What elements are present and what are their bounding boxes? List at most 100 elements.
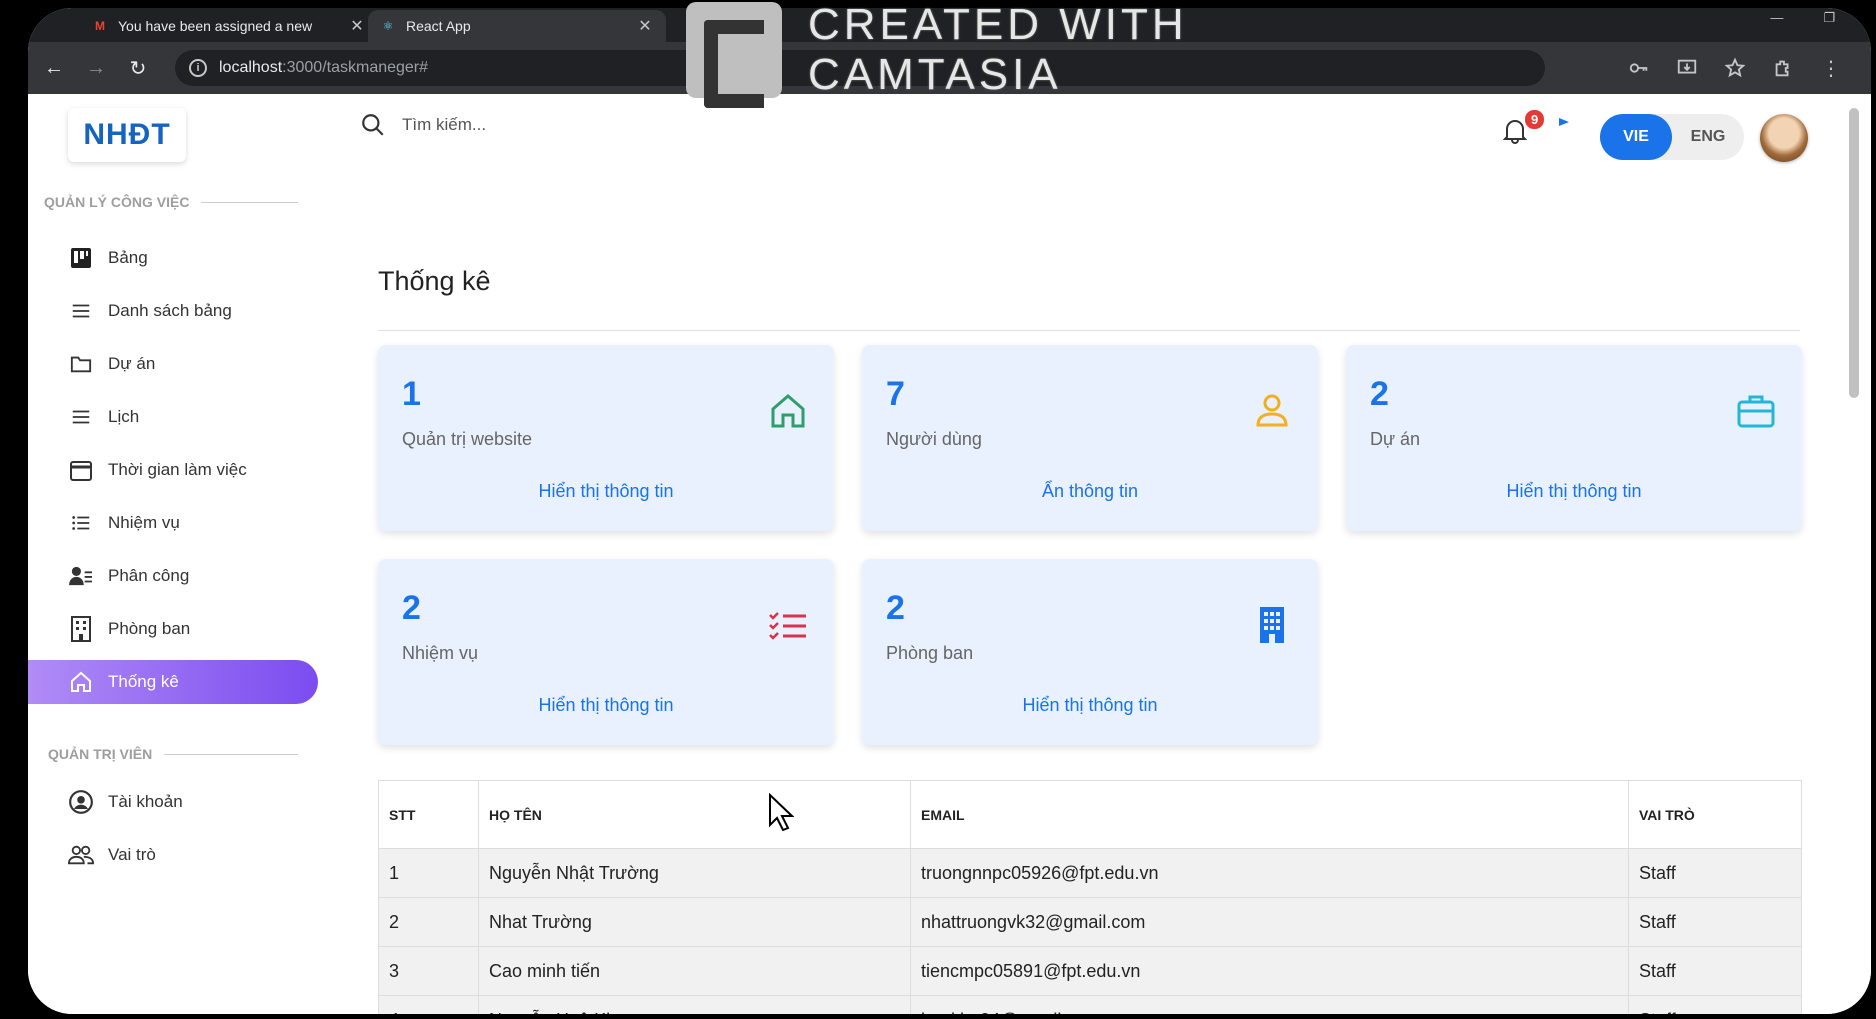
- install-app-icon[interactable]: [1675, 56, 1699, 80]
- avatar[interactable]: [1760, 114, 1808, 162]
- language-eng[interactable]: ENG: [1672, 114, 1744, 160]
- site-info-icon[interactable]: i: [189, 59, 207, 77]
- sidebar-item-projects[interactable]: Dự án: [28, 342, 318, 386]
- assign-user-icon: [68, 563, 94, 589]
- url-path: :3000/taskmaneger#: [282, 59, 429, 76]
- menu-kebab-icon[interactable]: ⋮: [1819, 56, 1843, 80]
- sidebar-item-statistics[interactable]: Thống kê: [28, 660, 318, 704]
- watermark-line-2: CAMTASIA: [808, 50, 1062, 99]
- sidebar-item-label: Thời gian làm việc: [108, 460, 247, 479]
- hide-info-link[interactable]: Ẩn thông tin: [862, 481, 1318, 502]
- column-header-email: EMAIL: [910, 780, 1629, 849]
- stat-label: Phòng ban: [886, 643, 974, 663]
- sidebar-item-label: Bảng: [108, 248, 148, 267]
- table-row[interactable]: 3 Cao minh tiến tiencmpc05891@fpt.edu.vn…: [378, 946, 1802, 996]
- stat-card-admin: 1 Quản trị website Hiển thị thông tin: [378, 345, 834, 531]
- password-key-icon[interactable]: [1627, 56, 1651, 80]
- cell-email: truongnnpc05926@fpt.edu.vn: [910, 848, 1629, 898]
- mouse-cursor-icon: [769, 793, 794, 832]
- search-input[interactable]: Tìm kiếm...: [402, 115, 486, 135]
- cell-name: Nguyễn Huệ Kha: [478, 995, 911, 1014]
- sidebar-item-departments[interactable]: Phòng ban: [28, 607, 318, 651]
- cell-email: tiencmpc05891@fpt.edu.vn: [910, 946, 1629, 996]
- sidebar-item-tasks[interactable]: Nhiệm vụ: [28, 501, 318, 545]
- stat-value: 2: [886, 589, 905, 627]
- stat-label: Dự án: [1370, 429, 1421, 449]
- sidebar-item-work-time[interactable]: Thời gian làm việc: [28, 448, 318, 492]
- section-label-work: QUẢN LÝ CÔNG VIỆC: [44, 194, 298, 210]
- camtasia-watermark: CREATED WITH CAMTASIA: [686, 0, 1188, 108]
- stat-label: Nhiệm vụ: [402, 643, 479, 663]
- gmail-icon: M: [95, 19, 105, 33]
- language-vie[interactable]: VIE: [1600, 114, 1672, 160]
- app-logo[interactable]: NHĐT: [68, 108, 186, 162]
- cell-role: Staff: [1628, 897, 1802, 947]
- app-topbar: Tìm kiếm... 9 VIE ENG: [328, 94, 1871, 162]
- show-info-link[interactable]: Hiển thị thông tin: [1346, 481, 1802, 502]
- watermark-text: CREATED WITH CAMTASIA: [808, 0, 1188, 100]
- browser-tab-react-app[interactable]: ⚛ React App ✕: [368, 10, 666, 42]
- notifications-button[interactable]: 9: [1503, 110, 1573, 144]
- page-scrollbar[interactable]: [1849, 108, 1859, 398]
- table-header-row: STT HỌ TÊN EMAIL VAI TRÒ: [378, 780, 1802, 849]
- sidebar-item-roles[interactable]: Vai trò: [28, 833, 318, 877]
- sidebar-item-label: Nhiệm vụ: [108, 513, 180, 532]
- cell-email: huekha04@gmail.com: [910, 995, 1629, 1014]
- close-icon[interactable]: ✕: [636, 16, 654, 36]
- user-icon: [1256, 394, 1288, 427]
- account-icon: [68, 789, 94, 815]
- table-row[interactable]: 4 Nguyễn Huệ Kha huekha04@gmail.com Staf…: [378, 995, 1802, 1014]
- sidebar-item-calendar[interactable]: Lịch: [28, 395, 318, 439]
- sidebar-item-label: Thống kê: [108, 672, 179, 691]
- stat-card-users: 7 Người dùng Ẩn thông tin: [862, 345, 1318, 531]
- table-row[interactable]: 1 Nguyễn Nhật Trường truongnnpc05926@fpt…: [378, 848, 1802, 898]
- divider: [201, 201, 298, 203]
- flag-marker-icon: [1559, 118, 1569, 126]
- list-icon: [68, 298, 94, 324]
- stat-card-departments: 2 Phòng ban Hiển thị thông tin: [862, 559, 1318, 745]
- section-label-admin: QUẢN TRỊ VIÊN: [48, 746, 298, 762]
- cell-role: Staff: [1628, 848, 1802, 898]
- cell-stt: 4: [378, 995, 479, 1014]
- reload-icon[interactable]: ↻: [124, 54, 152, 82]
- extensions-icon[interactable]: [1771, 56, 1795, 80]
- url-host: localhost: [219, 59, 283, 76]
- table-row[interactable]: 2 Nhat Trường nhattruongvk32@gmail.com S…: [378, 897, 1802, 947]
- cell-name: Cao minh tiến: [478, 946, 911, 996]
- sidebar-item-assignment[interactable]: Phân công: [28, 554, 318, 598]
- divider: [164, 753, 298, 755]
- cell-role: Staff: [1628, 946, 1802, 996]
- sidebar-item-board-list[interactable]: Danh sách bảng: [28, 289, 318, 333]
- title-divider: [378, 330, 1800, 331]
- language-toggle[interactable]: VIE ENG: [1600, 114, 1744, 160]
- stat-value: 2: [402, 589, 421, 627]
- cell-name: Nhat Trường: [478, 897, 911, 947]
- minimize-icon[interactable]: —: [1770, 10, 1783, 26]
- column-header-name: HỌ TÊN: [478, 780, 911, 849]
- stat-value: 1: [402, 375, 421, 413]
- sidebar-item-account[interactable]: Tài khoản: [28, 780, 318, 824]
- sidebar: NHĐT QUẢN LÝ CÔNG VIỆC Bảng Danh sách bả…: [28, 94, 328, 1014]
- browser-tab-gmail[interactable]: M You have been assigned a new ✕: [80, 10, 378, 42]
- notification-count-badge: 9: [1525, 110, 1545, 129]
- show-info-link[interactable]: Hiển thị thông tin: [378, 481, 834, 502]
- tab-title: You have been assigned a new: [118, 18, 313, 34]
- close-icon[interactable]: ✕: [348, 16, 366, 36]
- search-icon[interactable]: [360, 112, 386, 138]
- restore-icon[interactable]: ❐: [1823, 10, 1835, 26]
- sidebar-item-label: Dự án: [108, 354, 156, 373]
- stat-value: 7: [886, 375, 905, 413]
- window-controls: — ❐: [1770, 10, 1835, 26]
- bookmark-star-icon[interactable]: [1723, 56, 1747, 80]
- show-info-link[interactable]: Hiển thị thông tin: [378, 695, 834, 716]
- forward-icon[interactable]: →: [82, 54, 110, 82]
- show-info-link[interactable]: Hiển thị thông tin: [862, 695, 1318, 716]
- section-label-text: QUẢN LÝ CÔNG VIỆC: [44, 194, 190, 210]
- sidebar-item-board[interactable]: Bảng: [28, 236, 318, 280]
- calendar-lines-icon: [68, 404, 94, 430]
- search-box[interactable]: Tìm kiếm...: [360, 112, 486, 138]
- back-icon[interactable]: ←: [40, 54, 68, 82]
- cell-email: nhattruongvk32@gmail.com: [910, 897, 1629, 947]
- bell-icon: [1503, 120, 1527, 144]
- cell-role: Staff: [1628, 995, 1802, 1014]
